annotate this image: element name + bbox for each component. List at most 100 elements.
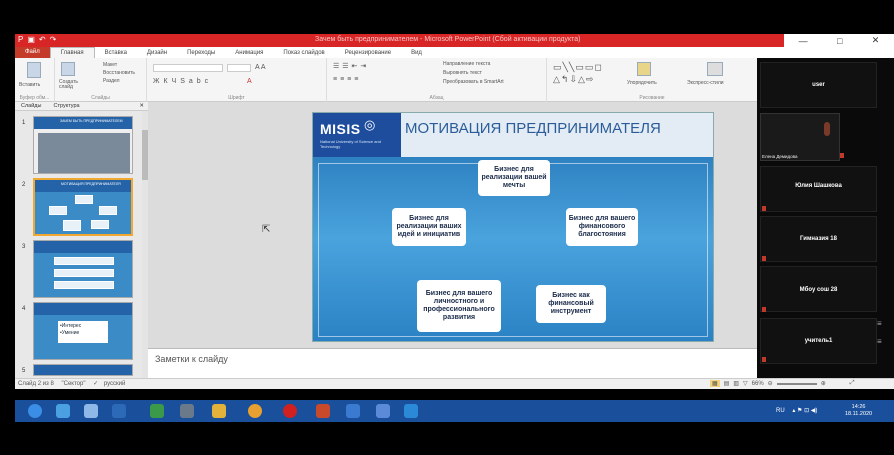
slide-panel-tabs: Слайды Структура ✕ (15, 102, 148, 111)
clock[interactable]: 14:26 18.11.2020 (845, 404, 872, 418)
opera-icon[interactable] (283, 404, 297, 418)
video-panel-scroll-icons[interactable]: ≡ ≡ (877, 320, 885, 360)
tab-slideshow[interactable]: Показ слайдов (273, 50, 334, 56)
reading-view-icon[interactable]: ▥ (733, 380, 739, 387)
zoom-in-icon[interactable]: ⊕ (821, 380, 826, 387)
section-button[interactable]: Раздел (103, 78, 120, 84)
arrange-button[interactable]: Упорядочить (627, 80, 657, 86)
layout-button[interactable]: Макет (103, 62, 117, 68)
notes-pane[interactable] (148, 348, 757, 378)
slideshow-view-icon[interactable]: ▽ (743, 380, 748, 387)
slide-thumbnail-5[interactable] (33, 364, 133, 376)
smartart-button[interactable]: Преобразовать в SmartArt (443, 79, 504, 85)
thumbnail-header (34, 365, 132, 375)
thumbnail-box (49, 206, 67, 215)
align-icons[interactable]: ≡≡≡≡ (333, 76, 361, 83)
quick-access-toolbar: P ▣ ↶ ↷ (18, 35, 56, 44)
slide-box-development[interactable]: Бизнес для вашего личностного и професси… (417, 280, 501, 332)
undo-icon[interactable]: ↶ (39, 35, 46, 44)
text-direction-button[interactable]: Направление текста (443, 61, 490, 67)
font-size-field[interactable] (227, 64, 251, 72)
shapes-gallery-row2[interactable]: △↰⇩△⇨ (553, 74, 594, 85)
close-icon[interactable]: ✕ (133, 103, 148, 109)
thumbnail-header (34, 303, 132, 315)
participant-tile[interactable] (760, 166, 877, 212)
ribbon: Вставить Буфер обм... Создать слайд Маке… (15, 58, 757, 102)
tab-animation[interactable]: Анимация (225, 50, 273, 56)
slide-box-finance[interactable]: Бизнес для вашего финансового благостоян… (566, 208, 638, 246)
tab-home[interactable]: Главная (49, 47, 95, 58)
language[interactable]: русский (104, 381, 126, 387)
word-icon[interactable] (346, 404, 360, 418)
arrange-icon[interactable] (637, 62, 651, 76)
muted-mic-icon (762, 307, 766, 312)
tab-view[interactable]: Вид (401, 50, 432, 56)
powerpoint-taskbar-icon[interactable] (316, 404, 330, 418)
tab-design[interactable]: Дизайн (137, 50, 177, 56)
zoom-app-icon[interactable] (404, 404, 418, 418)
fit-window-icon[interactable]: ⤢ (850, 380, 855, 387)
clipboard-label: Буфер обм... (19, 95, 50, 101)
media-player-icon[interactable] (112, 404, 126, 418)
tab-file[interactable]: Файл (15, 47, 50, 58)
paste-icon[interactable] (27, 62, 41, 78)
align-text-button[interactable]: Выровнять текст (443, 70, 482, 76)
font-format-icons[interactable]: ЖКЧSabc (153, 78, 212, 85)
quick-styles-icon[interactable] (707, 62, 723, 76)
zoom-out-icon[interactable]: ⊖ (768, 380, 773, 387)
close-button[interactable]: ✕ (872, 35, 880, 46)
tab-transitions[interactable]: Переходы (177, 50, 225, 56)
tab-outline[interactable]: Структура (47, 103, 85, 109)
paragraph-group: ☰☰⇤⇥ ≡≡≡≡ Направление текста Выровнять т… (327, 58, 547, 102)
normal-view-icon[interactable]: ▦ (710, 380, 720, 387)
reset-button[interactable]: Восстановить (103, 70, 135, 76)
slide-box-ideas[interactable]: Бизнес для реализации ваших идей и иници… (392, 208, 466, 246)
slide-thumbnail-2[interactable]: МОТИВАЦИЯ ПРЕДПРИНИМАТЕЛЯ (33, 178, 133, 236)
app-icon[interactable] (376, 404, 390, 418)
save-icon[interactable]: ▣ (27, 35, 35, 44)
slide-thumbnail-4[interactable]: •Интерес •Умение (33, 302, 133, 360)
clock-time: 14:26 (851, 404, 866, 410)
start-button-icon[interactable] (28, 404, 42, 418)
folder-icon[interactable] (212, 404, 226, 418)
new-slide-icon[interactable] (61, 62, 75, 76)
excel-icon[interactable] (150, 404, 164, 418)
network-icon[interactable]: ▴ ⚑ ⊡ ◀) (792, 408, 817, 414)
language-indicator[interactable]: RU (776, 408, 785, 414)
shapes-gallery[interactable]: ▭╲╲▭▭◻ (553, 62, 603, 73)
thumbnail-box (91, 220, 109, 229)
spellcheck-icon[interactable]: ✓ (93, 381, 98, 387)
sorter-view-icon[interactable]: ▤ (724, 380, 730, 387)
ie-icon[interactable] (56, 404, 70, 418)
tab-review[interactable]: Рецензирование (335, 50, 401, 56)
slide-box-instrument[interactable]: Бизнес как финансовый инструмент (536, 285, 606, 323)
font-color-icon[interactable]: A (247, 78, 252, 85)
chrome-icon[interactable] (248, 404, 262, 418)
zoom-slider[interactable] (776, 382, 817, 385)
slides-label: Слайды (91, 95, 110, 101)
slide-thumbnail-3[interactable] (33, 240, 133, 298)
thumbnail-box (54, 281, 114, 289)
list-icons[interactable]: ☰☰⇤⇥ (333, 62, 369, 70)
minimize-button[interactable]: — (799, 36, 808, 46)
quick-styles-button[interactable]: Экспресс-стили (687, 80, 724, 86)
clipboard-group: Вставить Буфер обм... (15, 58, 55, 102)
new-slide-button[interactable]: Создать слайд (59, 80, 87, 90)
taskbar (15, 400, 894, 422)
font-name-field[interactable] (153, 64, 223, 72)
tab-insert[interactable]: Вставка (95, 50, 137, 56)
maximize-button[interactable]: □ (837, 36, 842, 46)
slide-thumbnail-1[interactable]: ЗАЧЕМ БЫТЬ ПРЕДПРИНИМАТЕЛЕМ (33, 116, 133, 174)
clock-date: 18.11.2020 (845, 411, 873, 417)
redo-icon[interactable]: ↷ (50, 35, 57, 44)
notes-placeholder[interactable]: Заметки к слайду (155, 354, 228, 364)
slide-title[interactable]: МОТИВАЦИЯ ПРЕДПРИНИМАТЕЛЯ (405, 121, 705, 137)
archive-icon[interactable] (180, 404, 194, 418)
font-size-icon[interactable]: A A (255, 64, 266, 71)
paste-button[interactable]: Вставить (19, 82, 40, 88)
zoom-level[interactable]: 66% (752, 381, 764, 387)
window-controls: — □ ✕ (784, 34, 894, 47)
explorer-icon[interactable] (84, 404, 98, 418)
slide-box-dream[interactable]: Бизнес для реализации вашей мечты (478, 160, 550, 196)
tab-slides[interactable]: Слайды (15, 103, 47, 109)
